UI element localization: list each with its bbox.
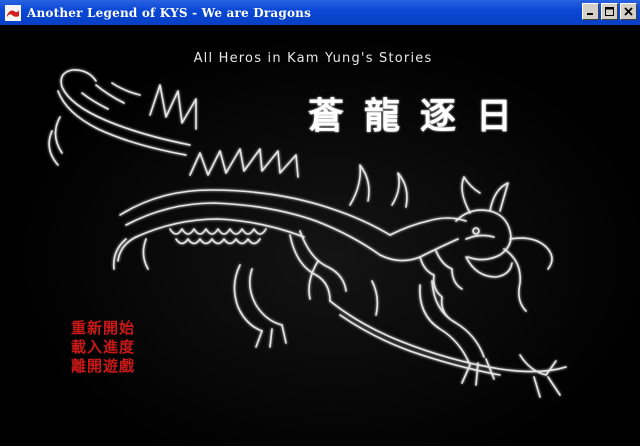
dragon-app-icon — [5, 4, 21, 21]
close-icon — [624, 7, 633, 16]
close-button[interactable] — [620, 3, 637, 20]
maximize-button[interactable] — [601, 3, 618, 20]
menu-item-load-game[interactable]: 載入進度 — [71, 338, 135, 357]
minimize-icon — [587, 13, 593, 15]
game-window: Another Legend of KYS - We are Dragons A… — [0, 0, 640, 446]
maximize-icon — [605, 7, 614, 16]
minimize-button[interactable] — [582, 3, 599, 20]
window-title: Another Legend of KYS - We are Dragons — [27, 5, 312, 20]
game-canvas[interactable]: All Heros in Kam Yung's Stories 蒼龍逐日 重新開… — [0, 25, 640, 446]
title-bar[interactable]: Another Legend of KYS - We are Dragons — [0, 0, 640, 25]
game-logo-title: 蒼龍逐日 — [308, 95, 533, 137]
menu-item-exit-game[interactable]: 離開遊戲 — [71, 357, 135, 376]
game-subtitle: All Heros in Kam Yung's Stories — [193, 51, 433, 66]
main-menu: 重新開始 載入進度 離開遊戲 — [71, 319, 135, 376]
menu-item-new-game[interactable]: 重新開始 — [71, 319, 135, 338]
